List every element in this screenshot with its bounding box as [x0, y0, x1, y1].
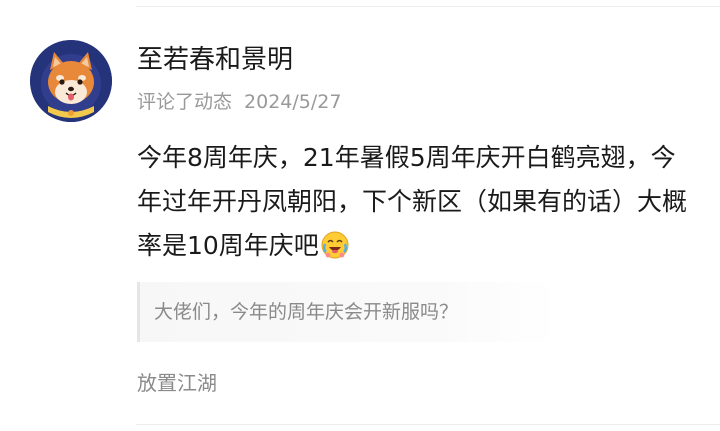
laughing-crying-emoji-icon	[321, 231, 349, 259]
avatar[interactable]	[30, 40, 112, 122]
comment-card: 至若春和景明 评论了动态 2024/5/27 今年8周年庆，21年暑假5周年庆开白…	[0, 0, 720, 431]
top-divider	[136, 6, 720, 7]
quoted-post[interactable]: 大佬们，今年的周年庆会开新服吗？	[137, 282, 560, 342]
comment-body: 今年8周年庆，21年暑假5周年庆开白鹤亮翅，今年过年开丹凤朝阳，下个新区（如果有…	[137, 136, 697, 268]
shiba-dog-avatar-icon	[30, 40, 112, 122]
source-link[interactable]: 放置江湖	[137, 368, 217, 398]
activity-meta: 评论了动态 2024/5/27	[137, 88, 341, 116]
comment-text: 今年8周年庆，21年暑假5周年庆开白鹤亮翅，今年过年开丹凤朝阳，下个新区（如果有…	[137, 143, 688, 260]
username[interactable]: 至若春和景明	[137, 42, 293, 78]
activity-action: 评论了动态	[137, 91, 233, 113]
bottom-divider	[136, 424, 720, 425]
quoted-post-text: 大佬们，今年的周年庆会开新服吗？	[154, 301, 459, 323]
activity-date: 2024/5/27	[244, 91, 342, 113]
